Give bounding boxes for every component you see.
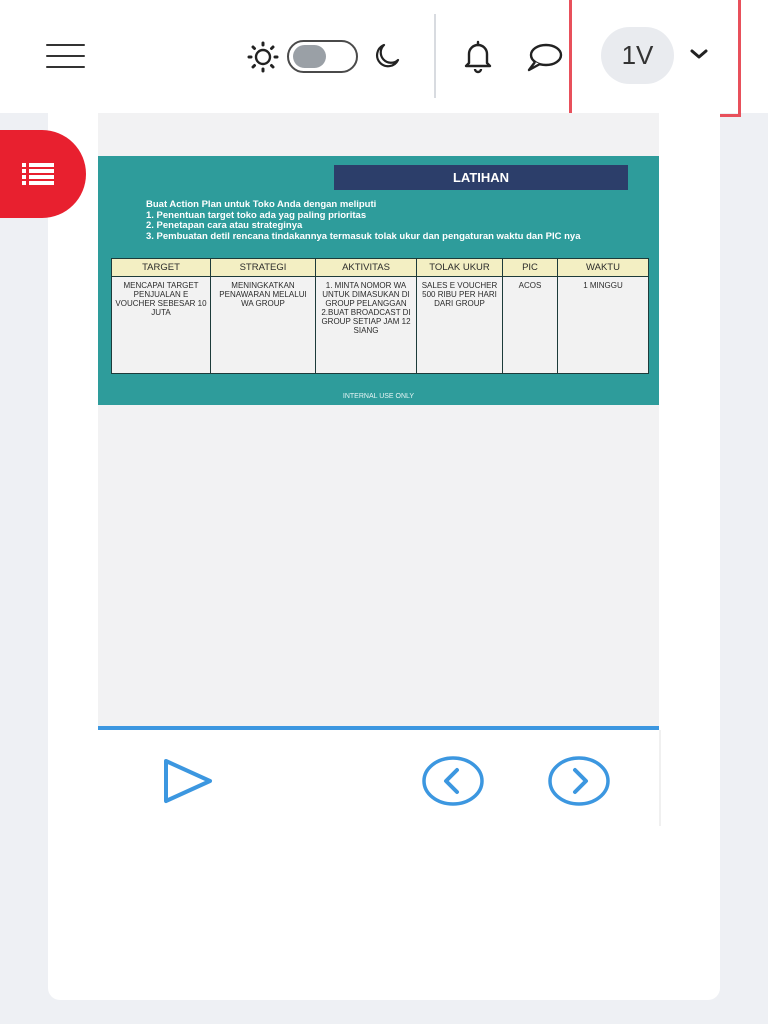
- column-header: WAKTU: [557, 258, 649, 277]
- slide-title: LATIHAN: [334, 165, 628, 190]
- hamburger-icon[interactable]: [46, 42, 86, 70]
- slide-instructions: Buat Action Plan untuk Toko Anda dengan …: [146, 199, 581, 242]
- table-header-row: TARGET STRATEGI AKTIVITAS TOLAK UKUR PIC…: [111, 258, 649, 277]
- table-cell: MENCAPAI TARGET PENJUALAN E VOUCHER SEBE…: [111, 276, 211, 374]
- top-bar: 1V: [0, 0, 768, 117]
- column-header: TOLAK UKUR: [416, 258, 503, 277]
- column-header: PIC: [502, 258, 558, 277]
- chat-bubble-icon[interactable]: [524, 40, 564, 74]
- previous-icon[interactable]: [420, 754, 486, 808]
- toggle-knob: [293, 45, 326, 68]
- table-cell: 1. MINTA NOMOR WA UNTUK DIMASUKAN DI GRO…: [315, 276, 417, 374]
- player-edge: [659, 730, 661, 826]
- table-cell: SALES E VOUCHER 500 RIBU PER HARI DARI G…: [416, 276, 503, 374]
- list-icon: [22, 163, 54, 185]
- next-icon[interactable]: [546, 754, 612, 808]
- progress-bar[interactable]: [98, 726, 659, 730]
- column-header: AKTIVITAS: [315, 258, 417, 277]
- table-of-contents-tab[interactable]: [0, 130, 86, 218]
- slide-page: LATIHAN Buat Action Plan untuk Toko Anda…: [98, 156, 659, 405]
- chevron-down-icon[interactable]: [689, 46, 709, 62]
- bell-icon[interactable]: [460, 38, 496, 74]
- column-header: TARGET: [111, 258, 211, 277]
- header-divider: [434, 14, 436, 98]
- action-plan-table: TARGET STRATEGI AKTIVITAS TOLAK UKUR PIC…: [111, 258, 649, 374]
- table-cell: 1 MINGGU: [557, 276, 649, 374]
- instruction-line: 3. Pembuatan detil rencana tindakannya t…: [146, 230, 581, 242]
- column-header: STRATEGI: [210, 258, 316, 277]
- sun-icon: [247, 41, 279, 73]
- theme-toggle[interactable]: [287, 40, 358, 73]
- table-cell: MENINGKATKAN PENAWARAN MELALUI WA GROUP: [210, 276, 316, 374]
- moon-icon: [376, 43, 400, 68]
- table-row: MENCAPAI TARGET PENJUALAN E VOUCHER SEBE…: [111, 276, 649, 374]
- play-icon[interactable]: [160, 757, 216, 807]
- table-cell: ACOS: [502, 276, 558, 374]
- instruction-line: Buat Action Plan untuk Toko Anda dengan …: [146, 199, 377, 210]
- slide-footer: INTERNAL USE ONLY: [342, 393, 415, 400]
- user-avatar[interactable]: 1V: [601, 27, 674, 84]
